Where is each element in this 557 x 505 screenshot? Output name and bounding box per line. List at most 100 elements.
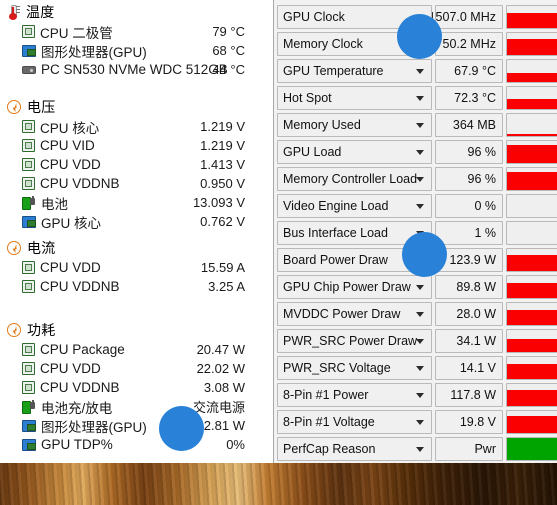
sensor-row[interactable]: CPU VDD 1.413 V — [0, 155, 265, 174]
sensor-group-title: 电压 — [27, 99, 56, 115]
sensor-row[interactable]: CPU 二极管 79 °C — [0, 22, 265, 41]
chevron-down-icon[interactable] — [416, 285, 424, 290]
chevron-down-icon[interactable] — [416, 393, 424, 398]
gpu-sensor-row[interactable]: Memory Used 364 MB — [274, 113, 557, 137]
sensor-row[interactable]: CPU VDDNB 3.08 W — [0, 378, 265, 397]
chevron-down-icon[interactable] — [416, 177, 424, 182]
sensor-group-header[interactable]: 功耗 — [0, 320, 265, 340]
sensor-group-title: 功耗 — [27, 322, 56, 338]
gpu-sparkline-fill — [507, 390, 557, 406]
gpu-sensor-value-box: 96 % — [435, 140, 503, 164]
gpu-sensor-value-box: 89.8 W — [435, 275, 503, 299]
gpu-sensor-row[interactable]: Hot Spot 72.3 °C — [274, 86, 557, 110]
sensor-row[interactable]: 电池充/放电 交流电源 — [0, 397, 265, 416]
gpu-sensor-row[interactable]: PWR_SRC Voltage 14.1 V — [274, 356, 557, 380]
gpu-sensor-name-dropdown[interactable]: 8-Pin #1 Voltage — [277, 410, 432, 434]
gpu-sensor-name-dropdown[interactable]: PerfCap Reason — [277, 437, 432, 461]
gpu-sparkline-fill — [507, 98, 557, 109]
gpu-sparkline-fill — [507, 254, 557, 271]
gpu-sensor-name-label: 8-Pin #1 Voltage — [283, 415, 375, 429]
sensor-row[interactable]: GPU TDP% 0% — [0, 435, 265, 454]
sensor-row[interactable]: CPU Package 20.47 W — [0, 340, 265, 359]
chevron-down-icon[interactable] — [416, 96, 424, 101]
gpu-sensor-value: 96 % — [467, 172, 497, 186]
hwinfo-sensor-panel[interactable]: 温度 CPU 二极管 79 °C 图形处理器(GPU) 68 °C PC SN530 NV… — [0, 0, 265, 463]
gpu-sensor-value-box: 14.1 V — [435, 356, 503, 380]
chevron-down-icon[interactable] — [416, 339, 424, 344]
gpu-sensor-row[interactable]: PWR_SRC Power Draw 34.1 W — [274, 329, 557, 353]
lightning-bolt-icon — [7, 323, 21, 337]
gpu-sensor-name-dropdown[interactable]: PWR_SRC Voltage — [277, 356, 432, 380]
gpu-sensor-value-box: 72.3 °C — [435, 86, 503, 110]
sensor-group[interactable]: 电流 CPU VDD 15.59 A CPU VDDNB 3.25 A — [0, 238, 265, 296]
chevron-down-icon[interactable] — [416, 366, 424, 371]
sensor-group[interactable]: 电压 CPU 核心 1.219 V CPU VID 1.219 V CPU VDD 1.41… — [0, 97, 265, 231]
gpu-sensor-value: 117.8 W — [450, 388, 496, 402]
sensor-group-header[interactable]: 温度 — [0, 2, 265, 22]
chevron-down-icon[interactable] — [416, 123, 424, 128]
gpu-sensor-value: 67.9 °C — [454, 64, 496, 78]
sensor-row[interactable]: CPU VID 1.219 V — [0, 136, 265, 155]
sensor-label: CPU VDDNB — [40, 176, 120, 191]
panel-splitter[interactable] — [265, 0, 273, 463]
gpu-sensor-name-dropdown[interactable]: Hot Spot — [277, 86, 432, 110]
gpu-sparkline-fill — [507, 282, 557, 298]
gpu-sensor-name-dropdown[interactable]: GPU Temperature — [277, 59, 432, 83]
sensor-group-title: 电流 — [27, 240, 56, 256]
cpu-chip-icon — [22, 177, 35, 190]
chevron-down-icon[interactable] — [416, 447, 424, 452]
gpu-sensor-row[interactable]: GPU Temperature 67.9 °C — [274, 59, 557, 83]
gpu-sensor-name-dropdown[interactable]: 8-Pin #1 Power — [277, 383, 432, 407]
sensor-group[interactable]: 功耗 CPU Package 20.47 W CPU VDD 22.02 W CPU VD… — [0, 320, 265, 454]
chevron-down-icon[interactable] — [416, 69, 424, 74]
sensor-row[interactable]: 图形处理器(GPU) 122.81 W — [0, 416, 265, 435]
sensor-row[interactable]: GPU 核心 0.762 V — [0, 212, 265, 231]
sensor-value: 79 °C — [212, 24, 245, 39]
gpu-sensor-value-box: 117.8 W — [435, 383, 503, 407]
gpu-sensor-name-dropdown[interactable]: Memory Used — [277, 113, 432, 137]
gpu-sensor-name-dropdown[interactable]: MVDDC Power Draw — [277, 302, 432, 326]
sensor-label: CPU VDD — [40, 260, 101, 275]
chevron-down-icon[interactable] — [416, 204, 424, 209]
chevron-down-icon[interactable] — [416, 150, 424, 155]
sensor-group[interactable]: 温度 CPU 二极管 79 °C 图形处理器(GPU) 68 °C PC SN530 NV… — [0, 2, 265, 79]
gpuz-sensor-panel[interactable]: GPU Clock 1507.0 MHz Memory Clock 1750.2 MH… — [273, 0, 557, 463]
gpu-sensor-row[interactable]: Video Engine Load 0 % — [274, 194, 557, 218]
sensor-group-header[interactable]: 电压 — [0, 97, 265, 117]
sensor-label: CPU Package — [40, 342, 125, 357]
sensor-group-header[interactable]: 电流 — [0, 238, 265, 258]
sensor-row[interactable]: CPU VDD 15.59 A — [0, 258, 265, 277]
gpu-sensor-row[interactable]: 8-Pin #1 Power 117.8 W — [274, 383, 557, 407]
gpu-sensor-row[interactable]: MVDDC Power Draw 28.0 W — [274, 302, 557, 326]
gpu-sensor-name-dropdown[interactable]: GPU Chip Power Draw — [277, 275, 432, 299]
gpu-sensor-value: 34.1 W — [456, 334, 496, 348]
gpu-sensor-name-dropdown[interactable]: PWR_SRC Power Draw — [277, 329, 432, 353]
sensor-row[interactable]: PC SN530 NVMe WDC 512GB 44 °C — [0, 60, 265, 79]
cpu-chip-icon — [22, 25, 35, 38]
sensor-row[interactable]: CPU VDDNB 0.950 V — [0, 174, 265, 193]
gpu-sensor-name-dropdown[interactable]: GPU Load — [277, 140, 432, 164]
gpu-sensor-row[interactable]: Memory Controller Load 96 % — [274, 167, 557, 191]
sensor-row[interactable]: 图形处理器(GPU) 68 °C — [0, 41, 265, 60]
sensor-label: PC SN530 NVMe WDC 512GB — [41, 62, 228, 77]
chevron-down-icon[interactable] — [416, 312, 424, 317]
gpu-sensor-name-dropdown[interactable]: Memory Controller Load — [277, 167, 432, 191]
sensor-row[interactable]: CPU VDD 22.02 W — [0, 359, 265, 378]
gpu-sensor-row[interactable]: 8-Pin #1 Voltage 19.8 V — [274, 410, 557, 434]
gpu-sensor-sparkline — [506, 32, 557, 56]
gpu-sensor-row[interactable]: GPU Chip Power Draw 89.8 W — [274, 275, 557, 299]
sensor-row[interactable]: CPU 核心 1.219 V — [0, 117, 265, 136]
gpu-sensor-row[interactable]: PerfCap Reason Pwr — [274, 437, 557, 461]
sensor-row[interactable]: 电池 13.093 V — [0, 193, 265, 212]
chevron-down-icon[interactable] — [416, 420, 424, 425]
gpu-sensor-sparkline — [506, 356, 557, 380]
gpu-sensor-value: 14.1 V — [459, 361, 496, 375]
gpu-sparkline-fill — [507, 310, 557, 325]
sensor-label: 图形处理器(GPU) — [41, 419, 147, 435]
sensor-value: 13.093 V — [192, 195, 245, 210]
gpu-sensor-value: 0 % — [474, 199, 496, 213]
gpu-sensor-name-dropdown[interactable]: Video Engine Load — [277, 194, 432, 218]
sensor-row[interactable]: CPU VDDNB 3.25 A — [0, 277, 265, 296]
gpu-sensor-row[interactable]: GPU Load 96 % — [274, 140, 557, 164]
battery-icon — [22, 400, 36, 414]
